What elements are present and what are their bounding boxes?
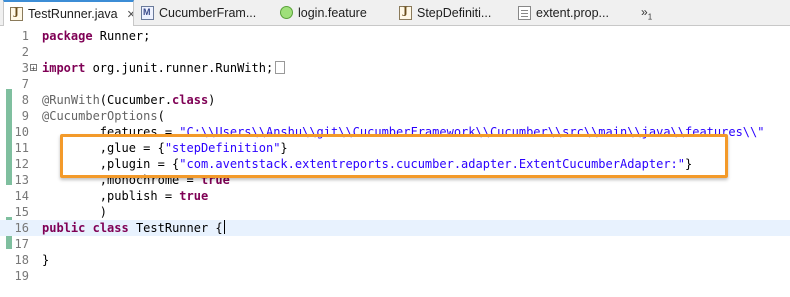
code-text: package Runner; bbox=[42, 28, 150, 44]
tab-stepdefinition[interactable]: StepDefiniti... bbox=[399, 0, 509, 25]
cucumber-feature-icon bbox=[280, 6, 293, 19]
line-number: 10 bbox=[14, 125, 29, 139]
code-token: org.junit.runner.RunWith; bbox=[85, 61, 274, 75]
editor-tab-bar: TestRunner.java ✕ CucumberFram... login.… bbox=[0, 0, 790, 26]
code-line[interactable]: 18} bbox=[0, 252, 790, 268]
code-editor[interactable]: 1 package Runner; 2 3 + import org.junit.runn… bbox=[0, 26, 790, 297]
line-number: 15 bbox=[14, 205, 29, 219]
keyword: class bbox=[92, 221, 129, 235]
highlight-box bbox=[60, 134, 728, 178]
code-token: TestRunner { bbox=[128, 221, 223, 235]
annotation: @CucumberOptions bbox=[42, 109, 158, 123]
tab-label: login.feature bbox=[298, 5, 367, 20]
code-token: } bbox=[42, 253, 50, 267]
code-line[interactable]: 7 bbox=[0, 76, 790, 92]
overflow-count: 1 bbox=[647, 12, 653, 22]
code-line[interactable]: 9 @CucumberOptions( bbox=[0, 108, 790, 124]
tab-login-feature[interactable]: login.feature bbox=[280, 0, 390, 25]
close-icon[interactable]: ✕ bbox=[127, 8, 133, 21]
java-file-icon bbox=[10, 7, 23, 21]
line-number: 13 bbox=[14, 173, 29, 187]
java-file-icon bbox=[399, 5, 412, 20]
tab-testrunner-java[interactable]: TestRunner.java ✕ bbox=[3, 0, 134, 26]
code-token: (Cucumber. bbox=[99, 93, 173, 107]
line-number: 11 bbox=[14, 141, 29, 155]
tab-extent-properties[interactable]: extent.prop... bbox=[518, 0, 628, 25]
keyword: true bbox=[179, 189, 209, 203]
keyword: import bbox=[42, 61, 86, 75]
line-number: 9 bbox=[21, 109, 29, 123]
code-line[interactable]: 2 bbox=[0, 44, 790, 60]
text-caret bbox=[223, 220, 225, 234]
code-token: ) bbox=[208, 93, 216, 107]
code-text: import org.junit.runner.RunWith; bbox=[42, 60, 286, 76]
tab-cucumberframework[interactable]: CucumberFram... bbox=[141, 0, 271, 25]
keyword: public bbox=[42, 221, 86, 235]
line-number: 16 bbox=[14, 221, 29, 235]
line-number: 8 bbox=[21, 93, 29, 107]
code-text: } bbox=[42, 252, 49, 268]
annotation: @RunWith bbox=[42, 93, 100, 107]
code-line[interactable]: 17 bbox=[0, 236, 790, 252]
java-class-icon bbox=[141, 5, 154, 20]
expand-fold-icon[interactable]: + bbox=[30, 64, 37, 73]
code-line[interactable]: 1 package Runner; bbox=[0, 28, 790, 44]
properties-file-icon bbox=[518, 5, 531, 20]
tab-label: CucumberFram... bbox=[159, 5, 257, 20]
chevron-double-right-icon: » bbox=[641, 5, 648, 19]
line-number: 14 bbox=[14, 189, 29, 203]
code-line[interactable]: 3 + import org.junit.runner.RunWith; bbox=[0, 60, 790, 76]
keyword: package bbox=[42, 29, 93, 43]
code-line[interactable]: 15 ) bbox=[0, 204, 790, 220]
code-line[interactable]: 14 ,publish = true bbox=[0, 188, 790, 204]
tab-label: StepDefiniti... bbox=[417, 5, 492, 20]
code-token: ,publish = bbox=[42, 189, 180, 203]
keyword: class bbox=[172, 93, 209, 107]
tab-label: extent.prop... bbox=[536, 5, 609, 20]
line-number: 12 bbox=[14, 157, 29, 171]
code-text: @CucumberOptions( bbox=[42, 108, 165, 124]
code-text: @RunWith(Cucumber.class) bbox=[42, 92, 215, 108]
code-text: public class TestRunner { bbox=[42, 220, 225, 236]
line-number: 7 bbox=[21, 77, 29, 91]
line-number: 3 bbox=[21, 61, 29, 75]
code-token: ) bbox=[42, 205, 108, 219]
tab-overflow-button[interactable]: »1 bbox=[641, 5, 652, 21]
line-number: 1 bbox=[21, 29, 29, 43]
code-token: Runner; bbox=[92, 29, 151, 43]
code-text: ,publish = true bbox=[42, 188, 208, 204]
line-number: 2 bbox=[21, 45, 29, 59]
tab-label: TestRunner.java bbox=[28, 7, 118, 21]
code-line[interactable]: 16 public class TestRunner { bbox=[0, 220, 790, 236]
line-number: 19 bbox=[14, 269, 29, 283]
code-line[interactable]: 19 bbox=[0, 268, 790, 284]
code-line[interactable]: 8 @RunWith(Cucumber.class) bbox=[0, 92, 790, 108]
line-number: 18 bbox=[14, 253, 29, 267]
line-number: 17 bbox=[14, 237, 29, 251]
collapsed-imports-marker[interactable] bbox=[275, 61, 286, 74]
code-token: ( bbox=[157, 109, 165, 123]
code-text: ) bbox=[42, 204, 107, 220]
